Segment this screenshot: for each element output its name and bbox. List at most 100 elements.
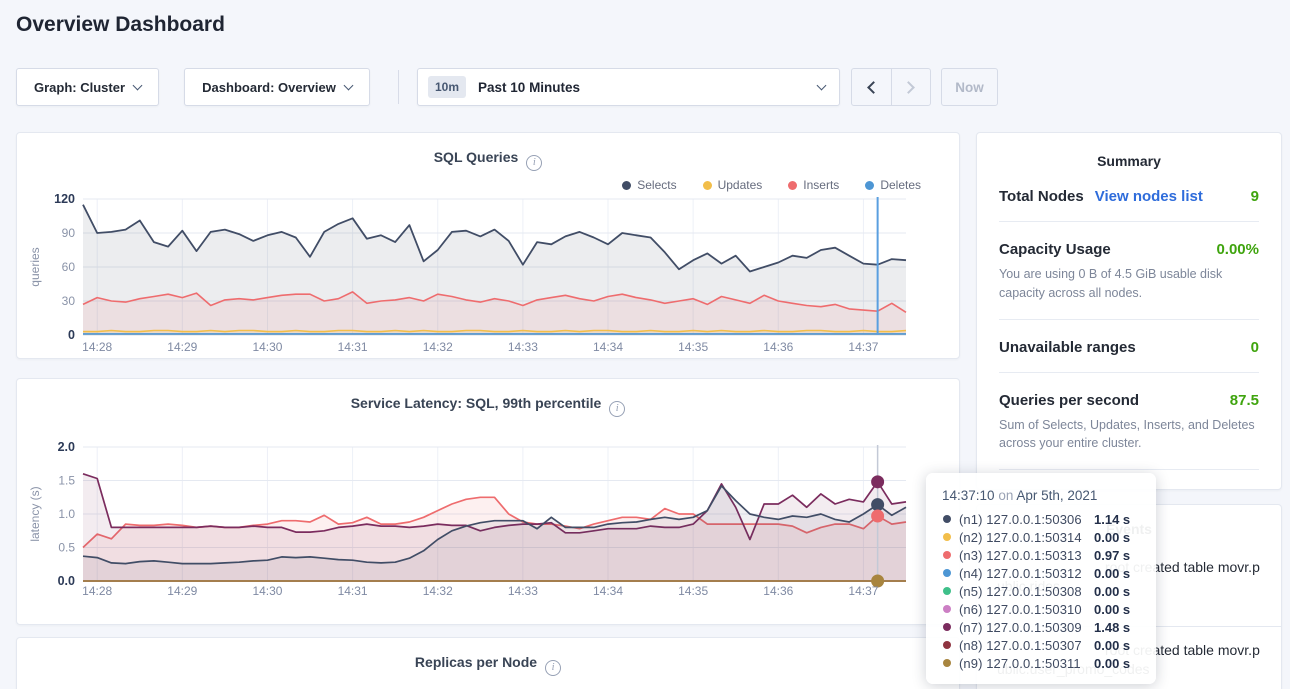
service-latency-panel: Service Latency: SQL, 99th percentilei 0… xyxy=(16,378,960,625)
tooltip-node-address: (n9) 127.0.0.1:50311 xyxy=(959,656,1088,671)
tooltip-node-address: (n5) 127.0.0.1:50308 xyxy=(959,584,1088,599)
unavailable-ranges-label: Unavailable ranges xyxy=(999,339,1136,356)
dashboard-dropdown[interactable]: Dashboard: Overview xyxy=(184,68,370,106)
tooltip-node-address: (n1) 127.0.0.1:50306 xyxy=(959,512,1088,527)
replicas-per-node-title: Replicas per Nodei xyxy=(17,654,959,676)
svg-text:14:28: 14:28 xyxy=(82,340,112,354)
node-color-dot-icon xyxy=(943,551,951,559)
total-nodes-value: 9 xyxy=(1251,188,1259,205)
tooltip-row: (n2) 127.0.0.1:50314 0.00 s xyxy=(940,528,1142,546)
view-nodes-list-link[interactable]: View nodes list xyxy=(1095,188,1203,205)
tooltip-node-value: 0.97 s xyxy=(1094,548,1142,563)
svg-text:14:36: 14:36 xyxy=(763,340,793,354)
sql-queries-chart[interactable]: 030609012014:2814:2914:3014:3114:3214:33… xyxy=(17,133,960,359)
node-color-dot-icon xyxy=(943,641,951,649)
chevron-right-icon xyxy=(902,81,915,94)
node-color-dot-icon xyxy=(943,533,951,541)
qps-description: Sum of Selects, Updates, Inserts, and De… xyxy=(999,416,1259,454)
summary-row-unavailable-ranges: Unavailable ranges 0 xyxy=(999,320,1259,373)
node-color-dot-icon xyxy=(943,605,951,613)
svg-text:120: 120 xyxy=(54,192,75,206)
svg-text:14:31: 14:31 xyxy=(338,584,368,598)
summary-row-total-nodes: Total Nodes View nodes list 9 xyxy=(999,169,1259,222)
svg-text:0: 0 xyxy=(68,328,75,342)
capacity-usage-label: Capacity Usage xyxy=(999,241,1111,258)
svg-text:0.5: 0.5 xyxy=(58,541,75,555)
page-title: Overview Dashboard xyxy=(16,13,225,37)
prev-interval-button[interactable] xyxy=(852,69,891,105)
chevron-down-icon xyxy=(343,80,353,90)
capacity-usage-description: You are using 0 B of 4.5 GiB usable disk… xyxy=(999,265,1259,303)
tooltip-row: (n6) 127.0.0.1:50310 0.00 s xyxy=(940,600,1142,618)
tooltip-node-value: 1.14 s xyxy=(1094,512,1142,527)
svg-text:14:33: 14:33 xyxy=(508,584,538,598)
tooltip-node-address: (n2) 127.0.0.1:50314 xyxy=(959,530,1088,545)
svg-text:1.0: 1.0 xyxy=(58,507,75,521)
graph-dropdown-label: Graph: Cluster xyxy=(34,80,125,95)
chart-hover-tooltip: 14:37:10 on Apr 5th, 2021 (n1) 127.0.0.1… xyxy=(926,473,1156,684)
chevron-left-icon xyxy=(867,81,880,94)
node-color-dot-icon xyxy=(943,569,951,577)
svg-text:60: 60 xyxy=(62,260,76,274)
toolbar-divider xyxy=(398,70,399,104)
tooltip-row: (n9) 127.0.0.1:50311 0.00 s xyxy=(940,654,1142,672)
svg-text:14:36: 14:36 xyxy=(763,584,793,598)
overview-dashboard-page: Overview Dashboard Graph: Cluster Dashbo… xyxy=(0,0,1290,689)
svg-text:90: 90 xyxy=(62,226,76,240)
svg-text:14:35: 14:35 xyxy=(678,584,708,598)
node-color-dot-icon xyxy=(943,623,951,631)
svg-text:latency (s): latency (s) xyxy=(28,486,42,541)
svg-text:14:34: 14:34 xyxy=(593,584,623,598)
time-range-badge: 10m xyxy=(428,76,466,98)
svg-text:14:35: 14:35 xyxy=(678,340,708,354)
svg-text:14:34: 14:34 xyxy=(593,340,623,354)
replicas-per-node-panel: Replicas per Nodei xyxy=(16,637,960,689)
time-pager xyxy=(851,68,931,106)
svg-text:14:30: 14:30 xyxy=(252,340,282,354)
summary-panel: Summary Total Nodes View nodes list 9 Ca… xyxy=(976,132,1282,490)
summary-row-qps: Queries per second 87.5 Sum of Selects, … xyxy=(999,373,1259,471)
chevron-down-icon xyxy=(817,80,827,90)
tooltip-row: (n4) 127.0.0.1:503120.00 s xyxy=(940,564,1142,582)
svg-text:0.0: 0.0 xyxy=(58,574,75,588)
tooltip-node-value: 0.00 s xyxy=(1094,530,1142,545)
tooltip-row: (n3) 127.0.0.1:503130.97 s xyxy=(940,546,1142,564)
info-icon[interactable]: i xyxy=(545,660,561,676)
now-button[interactable]: Now xyxy=(941,68,998,106)
tooltip-row: (n5) 127.0.0.1:503080.00 s xyxy=(940,582,1142,600)
capacity-usage-value: 0.00% xyxy=(1216,241,1259,258)
svg-text:14:29: 14:29 xyxy=(167,584,197,598)
chevron-down-icon xyxy=(133,80,143,90)
tooltip-node-address: (n6) 127.0.0.1:50310 xyxy=(959,602,1088,617)
svg-text:14:31: 14:31 xyxy=(338,340,368,354)
next-interval-button[interactable] xyxy=(891,69,931,105)
tooltip-node-value: 0.00 s xyxy=(1094,602,1142,617)
summary-row-capacity: Capacity Usage 0.00% You are using 0 B o… xyxy=(999,222,1259,320)
svg-text:14:33: 14:33 xyxy=(508,340,538,354)
tooltip-node-address: (n4) 127.0.0.1:50312 xyxy=(959,566,1088,581)
qps-label: Queries per second xyxy=(999,392,1139,409)
tooltip-node-value: 0.00 s xyxy=(1094,656,1142,671)
tooltip-timestamp: 14:37:10 on Apr 5th, 2021 xyxy=(942,488,1142,503)
time-range-picker[interactable]: 10m Past 10 Minutes xyxy=(417,68,840,106)
svg-text:14:32: 14:32 xyxy=(423,584,453,598)
summary-title: Summary xyxy=(977,153,1281,169)
service-latency-chart[interactable]: 0.00.51.01.52.014:2814:2914:3014:3114:32… xyxy=(17,379,960,625)
svg-text:1.5: 1.5 xyxy=(58,474,75,488)
sql-queries-panel: SQL Queriesi SelectsUpdatesInsertsDelete… xyxy=(16,132,960,359)
qps-value: 87.5 xyxy=(1230,392,1259,409)
svg-text:14:37: 14:37 xyxy=(848,340,878,354)
node-color-dot-icon xyxy=(943,515,951,523)
graph-dropdown[interactable]: Graph: Cluster xyxy=(16,68,159,106)
svg-text:30: 30 xyxy=(62,294,76,308)
svg-text:14:30: 14:30 xyxy=(252,584,282,598)
time-range-label: Past 10 Minutes xyxy=(478,80,818,95)
p99-latency-value: 1208.0 ms xyxy=(1187,489,1259,490)
summary-body: Total Nodes View nodes list 9 Capacity U… xyxy=(977,169,1281,490)
tooltip-row: (n7) 127.0.0.1:503091.48 s xyxy=(940,618,1142,636)
svg-text:14:28: 14:28 xyxy=(82,584,112,598)
node-color-dot-icon xyxy=(943,587,951,595)
total-nodes-label: Total Nodes xyxy=(999,188,1084,205)
node-color-dot-icon xyxy=(943,659,951,667)
unavailable-ranges-value: 0 xyxy=(1251,339,1259,356)
